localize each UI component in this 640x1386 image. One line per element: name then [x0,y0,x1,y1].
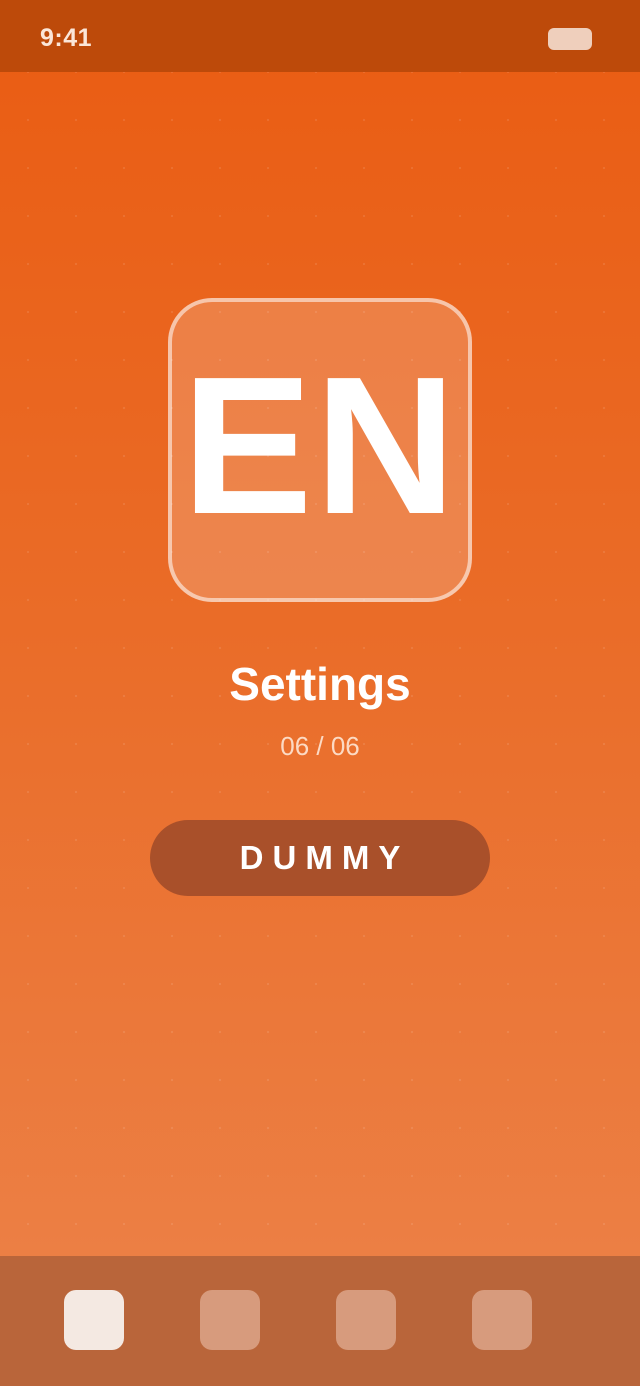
status-time: 9:41 [40,24,93,52]
tab-item-2[interactable] [200,1290,260,1350]
dummy-button[interactable]: DUMMY [150,820,490,896]
status-bar: 9:41 [0,0,640,72]
bottom-tab-bar [0,1256,640,1386]
app-logo-text: EN [181,336,459,555]
tab-item-1[interactable] [64,1290,124,1350]
battery-icon [548,28,592,50]
app-logo-tile: EN [168,298,472,602]
page-counter: 06 / 06 [280,731,360,761]
tab-item-4[interactable] [472,1290,532,1350]
tab-item-3[interactable] [336,1290,396,1350]
app-screen: 9:41 EN Settings 06 / 06 DUMMY [0,0,640,1386]
page-title: Settings [229,658,411,710]
